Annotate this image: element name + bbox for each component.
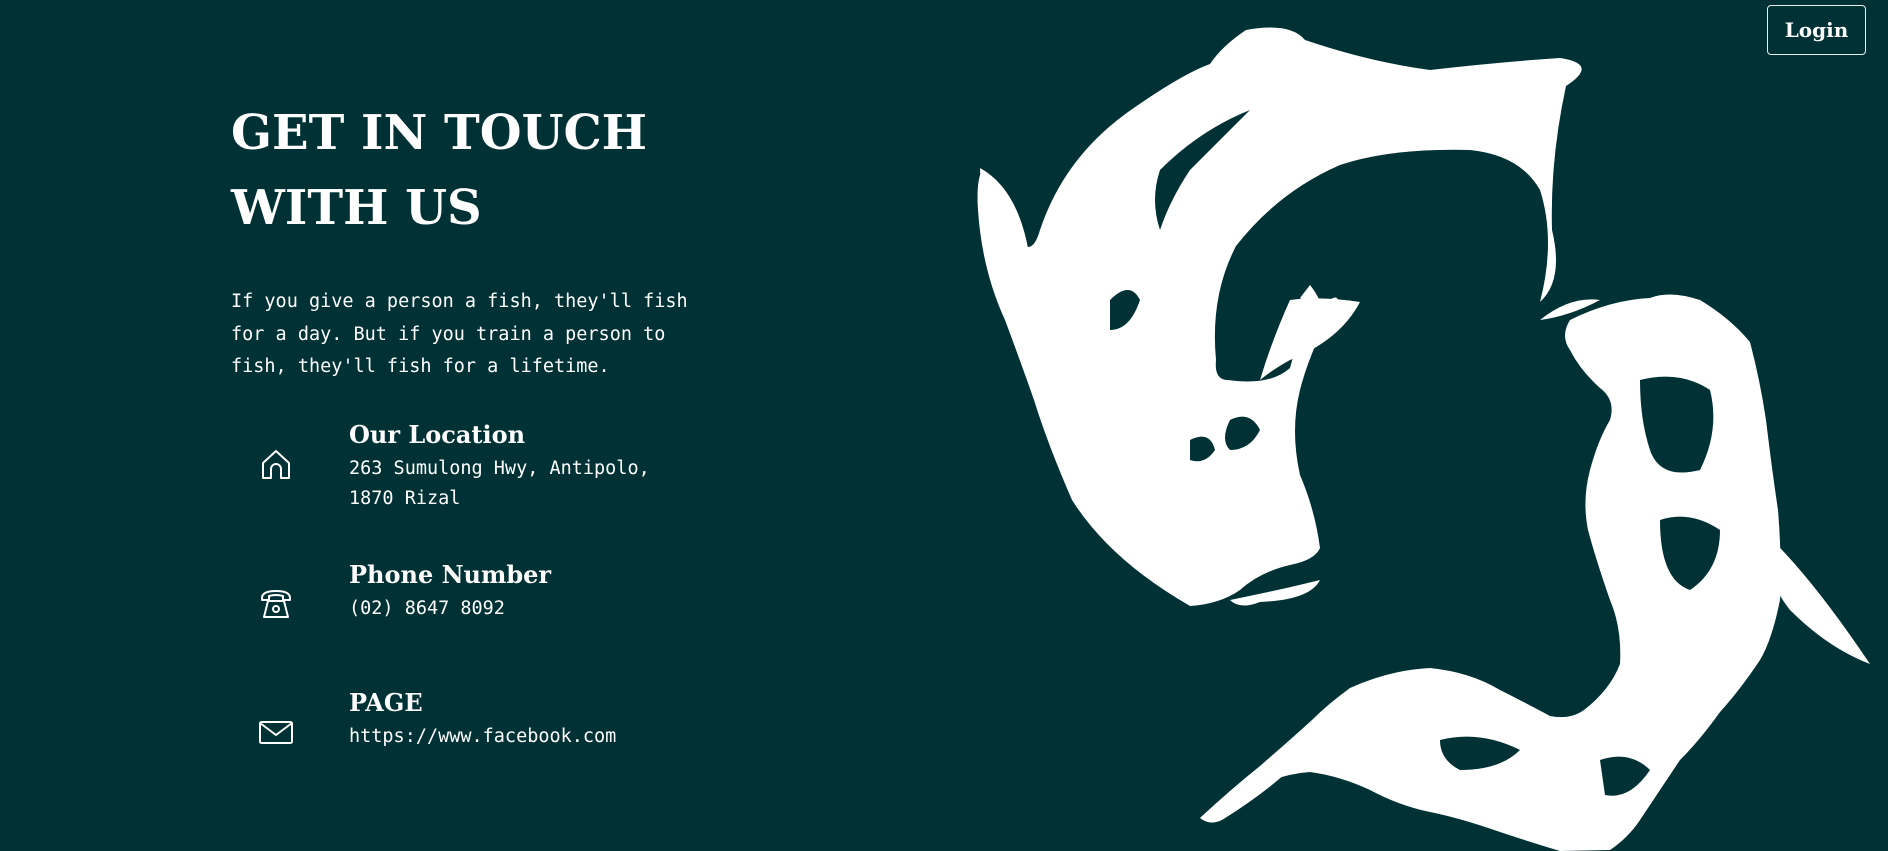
- page-title: GET IN TOUCH WITH US: [231, 105, 647, 236]
- phone-heading: Phone Number: [349, 560, 552, 589]
- phone-number[interactable]: (02) 8647 8092: [349, 594, 679, 624]
- home-icon: [262, 450, 290, 479]
- location-heading: Our Location: [349, 420, 526, 449]
- contact-phone: Phone Number (02) 8647 8092: [231, 558, 751, 638]
- contact-page-link: PAGE https://www.facebook.com: [231, 686, 751, 766]
- page-heading: PAGE: [349, 688, 423, 717]
- phone-text: Phone Number (02) 8647 8092: [349, 558, 749, 624]
- telephone-icon: [261, 590, 291, 618]
- facebook-link[interactable]: https://www.facebook.com: [349, 722, 679, 752]
- page-text: PAGE https://www.facebook.com: [349, 686, 749, 752]
- koi-fish-illustration: [977, 27, 1870, 851]
- contact-intro: GET IN TOUCH WITH US If you give a perso…: [231, 96, 751, 384]
- intro-quote: If you give a person a fish, they'll fis…: [231, 291, 688, 377]
- contact-page: Login GET IN TOUCH WITH US If you give a…: [0, 0, 1888, 851]
- location-address: 263 Sumulong Hwy, Antipolo, 1870 Rizal: [349, 458, 650, 509]
- contact-location: Our Location 263 Sumulong Hwy, Antipolo,…: [231, 418, 751, 518]
- envelope-icon: [259, 721, 293, 744]
- location-text: Our Location 263 Sumulong Hwy, Antipolo,…: [349, 418, 749, 514]
